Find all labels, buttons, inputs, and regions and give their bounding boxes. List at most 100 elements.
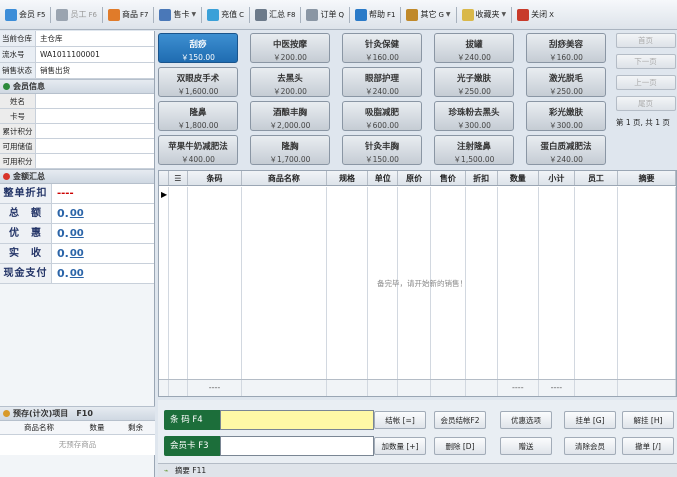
sales-table[interactable]: ☰ 条码 商品名称 规格 单位 原价 售价 折扣 数量 小计 员工 摘要 ▶ 备完毕，请开始新的销售！… [158,170,677,397]
service-button[interactable]: 刮痧美容 ￥160.00 [526,33,606,63]
other-icon [406,8,419,21]
amount-label: 总 额 [0,204,52,223]
action-button[interactable]: 清除会员 [564,437,616,455]
toolbar-divider [153,6,155,23]
toolbar-label: 帮助 [368,10,385,19]
amount-integer: ---- [57,188,74,199]
action-button[interactable]: 结帐 [=] [374,411,426,429]
service-button[interactable]: 彩光嫩肤 ￥300.00 [526,101,606,131]
service-button[interactable]: 眼部护理 ￥240.00 [342,67,422,97]
service-button[interactable]: 蛋白质减肥法 ￥240.00 [526,135,606,165]
service-button[interactable]: 拔罐 ￥240.00 [434,33,514,63]
action-button[interactable]: 挂单 [G] [564,411,616,429]
member-field-row: 累计积分 [0,124,154,139]
service-button[interactable]: 针灸丰胸 ￥150.00 [342,135,422,165]
service-name: 注射隆鼻 [456,142,491,152]
store-info-row: 销售状态 销售出货 [0,63,154,79]
toolbar-shortcut: Q [338,10,344,19]
service-button[interactable]: 去黑头 ￥200.00 [250,67,330,97]
service-price: ￥600.00 [365,121,399,130]
toolbar-favorites-button[interactable]: 收藏夹 ▼ [459,4,510,26]
service-button[interactable]: 隆胸 ￥1,700.00 [250,135,330,165]
member-field-row: 姓名 [0,94,154,109]
toolbar-goods-button[interactable]: 商品 F7 [105,4,151,26]
service-name: 中医按摩 [272,40,307,50]
table-column [498,187,540,379]
action-button[interactable]: 解挂 [H] [622,411,674,429]
close-icon [517,8,530,21]
toolbar-staff-button[interactable]: 员工 F6 [53,4,99,26]
member-card-input[interactable] [220,436,374,456]
column-header: 售价 [431,171,466,185]
toolbar-label: 员工 [70,10,87,19]
service-button[interactable]: 注射隆鼻 ￥1,500.00 [434,135,514,165]
member-section-icon [3,83,10,90]
amount-decimal: 00 [69,228,84,239]
toolbar-divider [248,6,250,23]
member-field-value [36,109,154,123]
toolbar-summary-button[interactable]: 汇总 F8 [252,4,298,26]
toolbar-order-button[interactable]: 订单 Q [303,4,347,26]
service-button[interactable]: 苹果牛奶减肥法 ￥400.00 [158,135,238,165]
action-button[interactable]: 撤单 [/] [622,437,674,455]
amount-label: 实 收 [0,244,52,263]
toolbar-other-button[interactable]: 其它 G ▼ [403,4,453,26]
pos-window: 会员 F5 员工 F6 商品 F7 售卡 ▼ 充值 C 汇总 F8 订单 Q 帮助 F1 其它 G ▼ 收藏夹 ▼ 关闭 X… [0,0,677,477]
status-text: 摘要 F11 [174,466,207,475]
entry-panel: 条 码 F4 会员卡 F3 结帐 [=] 会员结帐F2 优惠选项 挂单 [G] 解挂 [… [158,400,677,477]
amount-integer: 0. [57,267,69,280]
service-button[interactable]: 激光脱毛 ￥250.00 [526,67,606,97]
amount-summary-header: 金额汇总 [0,169,154,184]
toolbar-divider [101,6,103,23]
service-button[interactable]: 中医按摩 ￥200.00 [250,33,330,63]
toolbar-divider [50,6,52,23]
service-button[interactable]: 吸脂减肥 ￥600.00 [342,101,422,131]
service-name: 隆胸 [281,142,299,152]
preorder-columns: 商品名称 数量 剩余 [0,421,155,435]
column-footer: ---- [498,380,540,396]
toolbar-close-button[interactable]: 关闭 X [514,4,557,26]
action-button[interactable]: 赠送 [500,437,552,455]
action-button[interactable]: 删除 [D] [434,437,486,455]
action-button[interactable]: 优惠选项 [500,411,552,429]
service-button[interactable]: 双眼皮手术 ￥1,600.00 [158,67,238,97]
service-button[interactable]: 珍珠粉去黑头 ￥300.00 [434,101,514,131]
store-info-value: 主仓库 [36,31,154,46]
page-info: 第 1 页, 共 1 页 [616,118,670,127]
toolbar-recharge-button[interactable]: 充值 C [204,4,247,26]
barcode-label: 条 码 F4 [164,410,220,430]
toolbar-member-button[interactable]: 会员 F5 [2,4,48,26]
service-price: ￥200.00 [273,53,307,62]
service-price: ￥200.00 [273,87,307,96]
barcode-input[interactable] [220,410,374,430]
prev-page-button[interactable]: 上一页 [615,75,676,90]
toolbar-sell-card-button[interactable]: 售卡 ▼ [156,4,199,26]
service-button[interactable]: 隆鼻 ￥1,800.00 [158,101,238,131]
column-header: 原价 [398,171,431,185]
amount-summary: 整单折扣 ---- 总 额 0. 00 优 惠 0. 00 实 收 0. 00 现金支付 0. 00 [0,184,154,284]
amount-value: 0. 00 [52,264,154,283]
column-menu-icon[interactable]: ☰ [169,171,188,185]
table-column [188,187,242,379]
service-button[interactable]: 光子嫩肤 ￥250.00 [434,67,514,97]
service-price: ￥1,700.00 [269,155,311,164]
column-footer [242,380,327,396]
action-button[interactable]: 会员结帐F2 [434,411,486,429]
service-button[interactable]: 酒酿丰胸 ￥2,000.00 [250,101,330,131]
service-button[interactable]: 针灸保健 ￥160.00 [342,33,422,63]
service-name: 苹果牛奶减肥法 [168,142,228,152]
table-column [169,187,188,379]
action-button[interactable]: 加数量 [+] [374,437,426,455]
service-button[interactable]: 刮痧 ￥150.00 [158,33,238,63]
next-page-button[interactable]: 下一页 [615,54,676,69]
first-page-button[interactable]: 首页 [615,33,676,48]
amount-row: 实 收 0. 00 [0,244,154,264]
last-page-button[interactable]: 尾页 [615,96,676,111]
service-name: 针灸丰胸 [364,142,399,152]
member-card-label: 会员卡 F3 [164,436,220,456]
toolbar-help-button[interactable]: 帮助 F1 [352,4,398,26]
service-name: 眼部护理 [364,74,399,84]
toolbar-label: 其它 [420,10,437,19]
goods-icon [107,8,120,21]
service-price: ￥150.00 [181,53,215,62]
